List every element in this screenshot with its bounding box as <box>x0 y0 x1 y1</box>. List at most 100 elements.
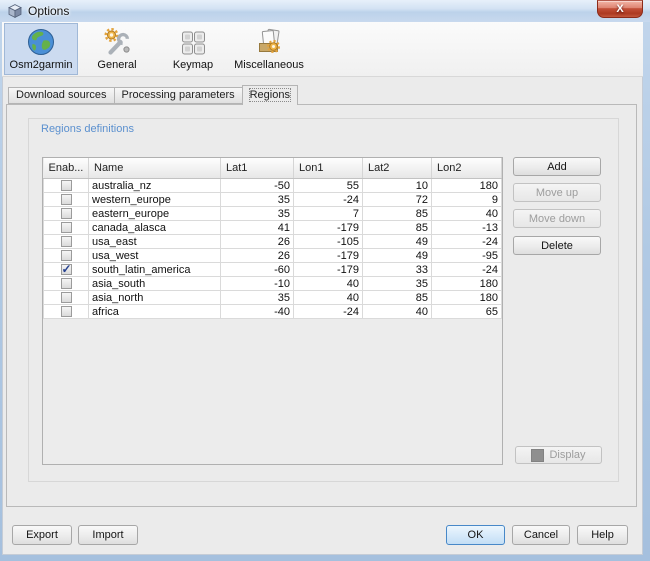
name-cell[interactable]: western_europe <box>89 193 221 207</box>
table-row[interactable]: usa_west26-17949-95 <box>44 249 502 263</box>
delete-button[interactable]: Delete <box>513 236 601 255</box>
help-button[interactable]: Help <box>577 525 628 545</box>
lon2-cell[interactable]: 65 <box>432 305 502 319</box>
lon1-cell[interactable]: 40 <box>294 277 363 291</box>
cancel-button[interactable]: Cancel <box>512 525 570 545</box>
toolbar-item-miscellaneous[interactable]: Miscellaneous <box>232 23 306 75</box>
export-button[interactable]: Export <box>12 525 72 545</box>
lat2-cell[interactable]: 33 <box>363 263 432 277</box>
lat2-cell[interactable]: 85 <box>363 291 432 305</box>
lat2-cell[interactable]: 35 <box>363 277 432 291</box>
name-cell[interactable]: asia_south <box>89 277 221 291</box>
lat1-cell[interactable]: -40 <box>221 305 294 319</box>
name-cell[interactable]: asia_north <box>89 291 221 305</box>
lat1-cell[interactable]: 35 <box>221 193 294 207</box>
enabled-cell[interactable] <box>44 221 89 235</box>
tab-download-sources[interactable]: Download sources <box>8 87 115 104</box>
enabled-cell[interactable] <box>44 249 89 263</box>
enabled-cell[interactable] <box>44 305 89 319</box>
enabled-cell[interactable] <box>44 207 89 221</box>
toolbar-item-general[interactable]: General <box>80 23 154 75</box>
enabled-checkbox[interactable] <box>61 250 72 261</box>
table-row[interactable]: asia_north354085180 <box>44 291 502 305</box>
import-button[interactable]: Import <box>78 525 138 545</box>
name-cell[interactable]: usa_west <box>89 249 221 263</box>
table-row[interactable]: south_latin_america-60-17933-24 <box>44 263 502 277</box>
lat1-cell[interactable]: -60 <box>221 263 294 277</box>
lon1-cell[interactable]: -179 <box>294 249 363 263</box>
column-header-enab-[interactable]: Enab... <box>44 158 89 179</box>
enabled-checkbox[interactable] <box>61 292 72 303</box>
enabled-cell[interactable] <box>44 235 89 249</box>
table-row[interactable]: australia_nz-505510180 <box>44 179 502 193</box>
lat2-cell[interactable]: 49 <box>363 235 432 249</box>
lat2-cell[interactable]: 85 <box>363 207 432 221</box>
lon1-cell[interactable]: 40 <box>294 291 363 305</box>
display-button[interactable]: Display <box>515 446 602 464</box>
move-down-button[interactable]: Move down <box>513 209 601 228</box>
enabled-checkbox[interactable] <box>61 222 72 233</box>
lon2-cell[interactable]: 180 <box>432 179 502 193</box>
lon2-cell[interactable]: -24 <box>432 235 502 249</box>
lat2-cell[interactable]: 72 <box>363 193 432 207</box>
lon1-cell[interactable]: -24 <box>294 305 363 319</box>
name-cell[interactable]: canada_alasca <box>89 221 221 235</box>
lon2-cell[interactable]: -13 <box>432 221 502 235</box>
lon2-cell[interactable]: 180 <box>432 277 502 291</box>
close-button[interactable]: X <box>597 0 643 18</box>
enabled-cell[interactable] <box>44 193 89 207</box>
lon2-cell[interactable]: -95 <box>432 249 502 263</box>
lon1-cell[interactable]: -24 <box>294 193 363 207</box>
lon2-cell[interactable]: 180 <box>432 291 502 305</box>
enabled-checkbox[interactable] <box>61 236 72 247</box>
name-cell[interactable]: eastern_europe <box>89 207 221 221</box>
tab-processing-parameters[interactable]: Processing parameters <box>114 87 243 104</box>
lat2-cell[interactable]: 10 <box>363 179 432 193</box>
ok-button[interactable]: OK <box>446 525 505 545</box>
lon1-cell[interactable]: 55 <box>294 179 363 193</box>
enabled-checkbox[interactable] <box>61 306 72 317</box>
lat1-cell[interactable]: 41 <box>221 221 294 235</box>
lat1-cell[interactable]: -50 <box>221 179 294 193</box>
lat1-cell[interactable]: -10 <box>221 277 294 291</box>
table-row[interactable]: western_europe35-24729 <box>44 193 502 207</box>
lat1-cell[interactable]: 26 <box>221 235 294 249</box>
toolbar-item-osm2garmin[interactable]: Osm2garmin <box>4 23 78 75</box>
name-cell[interactable]: south_latin_america <box>89 263 221 277</box>
enabled-checkbox[interactable] <box>61 278 72 289</box>
table-row[interactable]: canada_alasca41-17985-13 <box>44 221 502 235</box>
move-up-button[interactable]: Move up <box>513 183 601 202</box>
lon1-cell[interactable]: -105 <box>294 235 363 249</box>
name-cell[interactable]: australia_nz <box>89 179 221 193</box>
lat2-cell[interactable]: 49 <box>363 249 432 263</box>
enabled-cell[interactable] <box>44 277 89 291</box>
lon1-cell[interactable]: -179 <box>294 221 363 235</box>
lon2-cell[interactable]: -24 <box>432 263 502 277</box>
table-row[interactable]: usa_east26-10549-24 <box>44 235 502 249</box>
enabled-checkbox[interactable] <box>61 180 72 191</box>
lat2-cell[interactable]: 40 <box>363 305 432 319</box>
enabled-checkbox[interactable] <box>61 194 72 205</box>
lat1-cell[interactable]: 26 <box>221 249 294 263</box>
enabled-cell[interactable] <box>44 263 89 277</box>
enabled-checkbox[interactable] <box>61 264 72 275</box>
lat1-cell[interactable]: 35 <box>221 291 294 305</box>
column-header-lat1[interactable]: Lat1 <box>221 158 294 179</box>
table-row[interactable]: asia_south-104035180 <box>44 277 502 291</box>
add-button[interactable]: Add <box>513 157 601 176</box>
column-header-lon1[interactable]: Lon1 <box>294 158 363 179</box>
column-header-lat2[interactable]: Lat2 <box>363 158 432 179</box>
enabled-cell[interactable] <box>44 179 89 193</box>
lon1-cell[interactable]: -179 <box>294 263 363 277</box>
enabled-checkbox[interactable] <box>61 208 72 219</box>
lat1-cell[interactable]: 35 <box>221 207 294 221</box>
lon2-cell[interactable]: 40 <box>432 207 502 221</box>
lon1-cell[interactable]: 7 <box>294 207 363 221</box>
name-cell[interactable]: usa_east <box>89 235 221 249</box>
lon2-cell[interactable]: 9 <box>432 193 502 207</box>
tab-regions[interactable]: Regions <box>242 85 298 105</box>
titlebar[interactable]: Options X <box>0 0 650 22</box>
enabled-cell[interactable] <box>44 291 89 305</box>
column-header-name[interactable]: Name <box>89 158 221 179</box>
toolbar-item-keymap[interactable]: Keymap <box>156 23 230 75</box>
